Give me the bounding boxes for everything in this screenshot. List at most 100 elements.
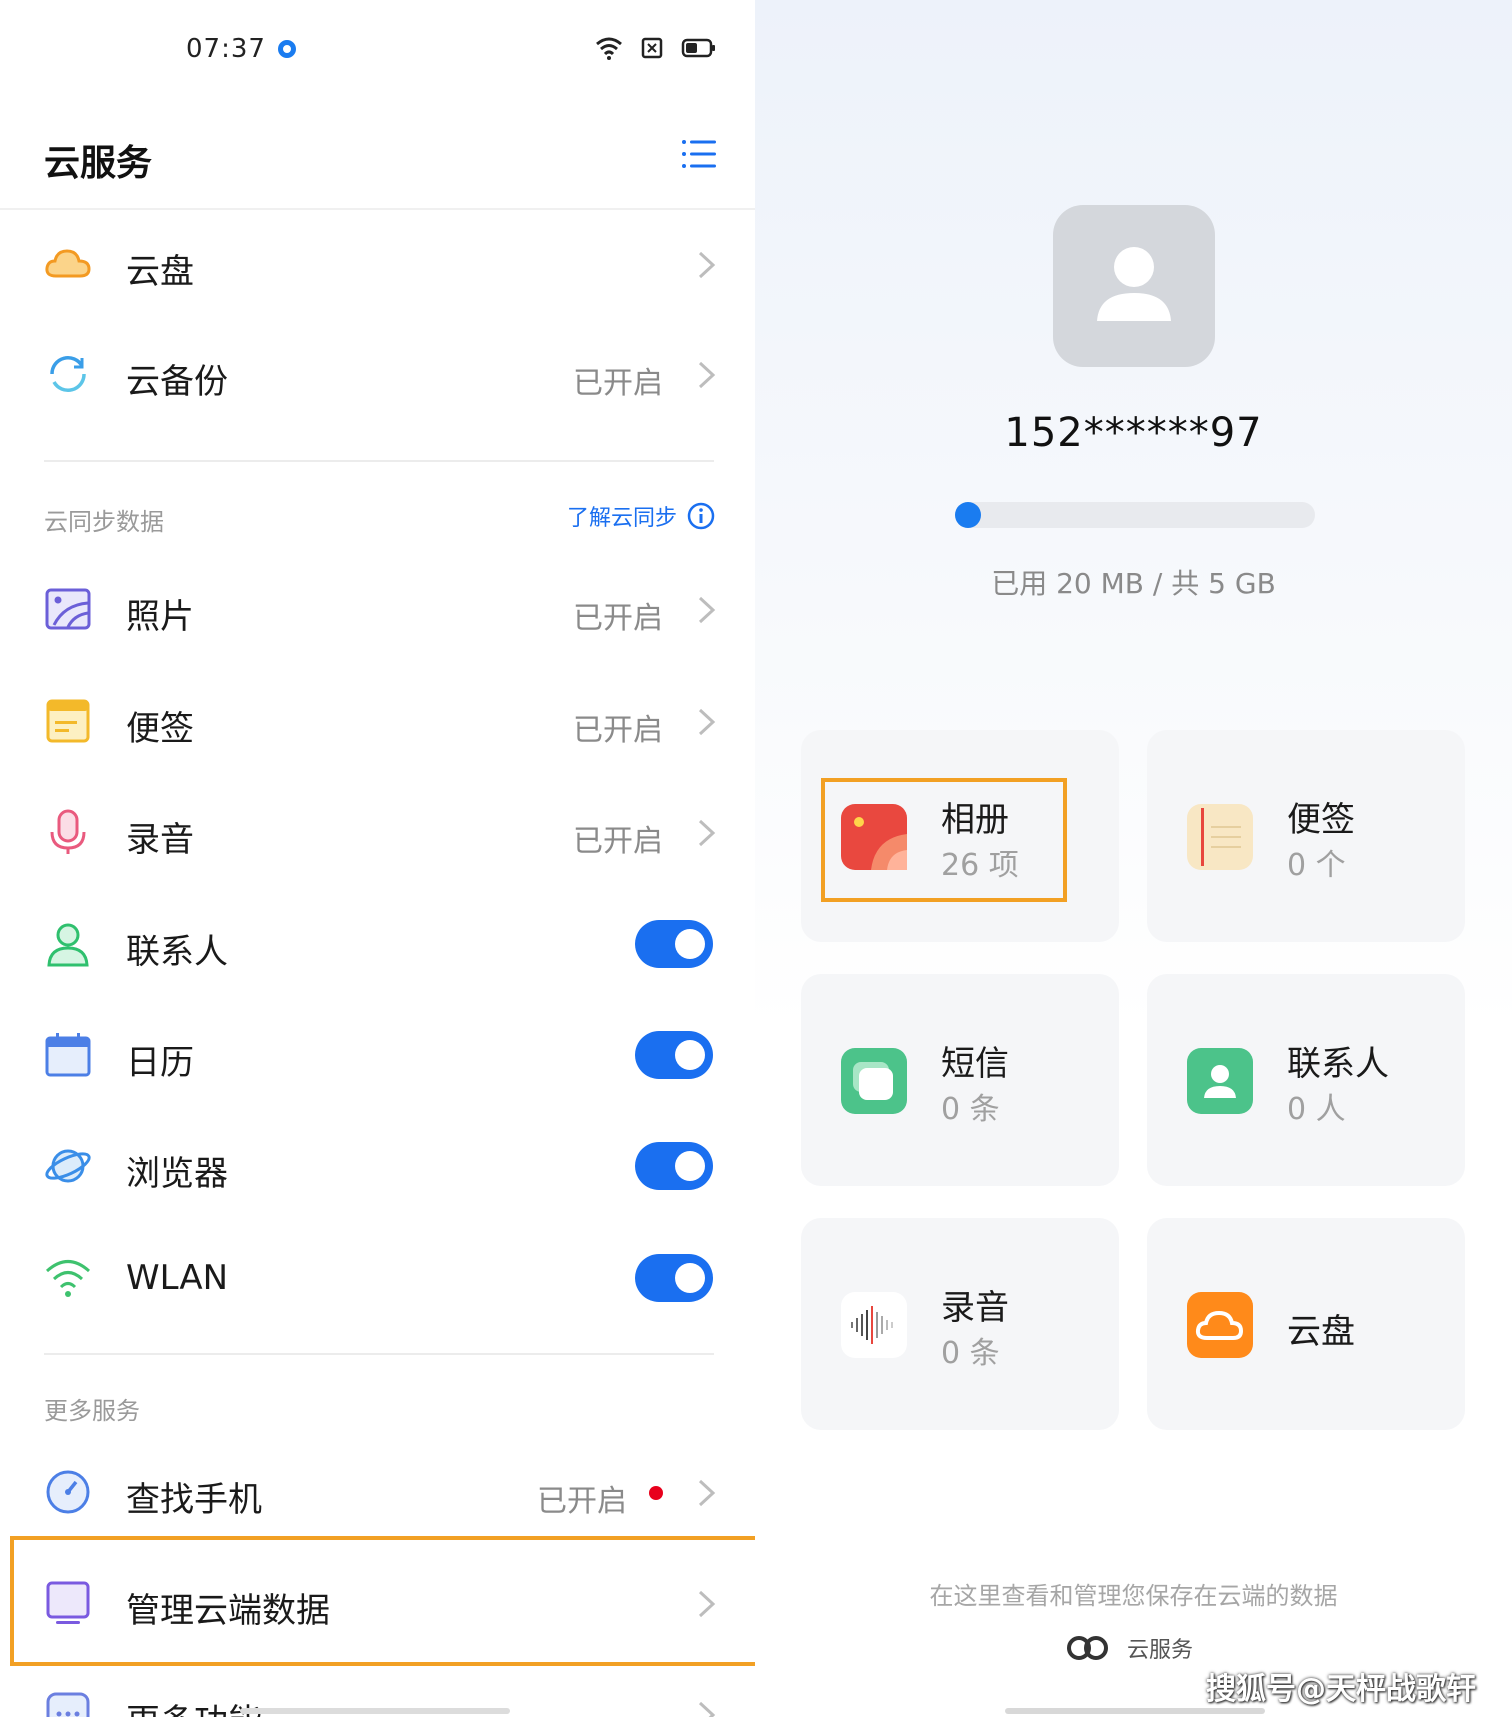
storage-usage-text: 已用 20 MB / 共 5 GB	[991, 567, 1276, 600]
account-phone: 152******97	[1004, 410, 1263, 456]
list-icon[interactable]	[681, 136, 717, 172]
cloud-service-logo-icon	[1067, 1636, 1108, 1660]
notes-icon	[46, 699, 90, 743]
wifi-icon	[596, 37, 622, 60]
row-label: 查找手机	[126, 1480, 262, 1520]
cloud-icon	[1187, 1292, 1253, 1358]
brand-name: 云服务	[1127, 1638, 1194, 1663]
wifi-icon	[45, 1260, 91, 1297]
row-status: 已开启	[573, 366, 663, 401]
watermark: 搜狐号@天枰战歌轩	[1206, 1672, 1476, 1707]
card-count: 0 条	[941, 1336, 1000, 1371]
row-cloud-drive[interactable]: 云盘	[0, 210, 755, 320]
row-notes[interactable]: 便签 已开启	[0, 667, 755, 777]
divider	[44, 460, 714, 462]
chevron-right-icon	[698, 596, 716, 624]
header: 云服务	[0, 120, 755, 210]
home-indicator	[1005, 1708, 1265, 1714]
sync-icon	[50, 356, 86, 392]
calendar-toggle[interactable]	[635, 1031, 713, 1079]
contacts-toggle[interactable]	[635, 920, 713, 968]
browser-planet-icon	[45, 1149, 91, 1183]
location-indicator-icon	[278, 40, 296, 58]
chevron-right-icon	[698, 819, 716, 847]
avatar[interactable]	[1053, 205, 1215, 367]
storage-progress-fill	[955, 502, 981, 528]
row-cloud-backup[interactable]: 云备份 已开启	[0, 320, 755, 430]
battery-icon	[681, 38, 715, 58]
highlight-box	[821, 778, 1067, 902]
microphone-icon	[50, 809, 86, 854]
section-heading-more: 更多服务	[44, 1397, 140, 1425]
card-name: 短信	[941, 1044, 1009, 1084]
learn-sync-label: 了解云同步	[566, 506, 677, 531]
row-label: 日历	[126, 1043, 194, 1083]
chevron-right-icon	[698, 708, 716, 736]
cloud-service-settings-panel: 07:37 云服务 云盘 云备份 已开启 云同步数据 了解云同步 照片 已开启 …	[0, 0, 755, 1717]
toggle-knob	[675, 929, 705, 959]
row-browser: 浏览器	[0, 1112, 755, 1222]
row-label: 便签	[126, 709, 194, 749]
chevron-right-icon	[698, 251, 716, 279]
row-wlan: WLAN	[0, 1224, 755, 1334]
notification-dot	[649, 1486, 663, 1500]
row-calendar: 日历	[0, 1001, 755, 1111]
row-label: WLAN	[126, 1258, 229, 1298]
row-label: 浏览器	[126, 1154, 228, 1194]
row-label: 照片	[126, 597, 194, 637]
card-notes[interactable]: 便签 0 个	[1147, 730, 1465, 942]
chevron-right-icon	[698, 1701, 716, 1717]
cloud-icon	[45, 249, 91, 278]
status-time: 07:37	[186, 34, 266, 64]
status-icons	[595, 36, 717, 60]
card-count: 0 个	[1287, 848, 1346, 883]
card-sms[interactable]: 短信 0 条	[801, 974, 1119, 1186]
brand: 云服务	[1065, 1632, 1193, 1664]
card-name: 便签	[1287, 800, 1355, 840]
compass-icon	[46, 1470, 90, 1514]
user-placeholder-icon	[1097, 247, 1171, 321]
card-count: 0 条	[941, 1092, 1000, 1127]
card-name: 联系人	[1287, 1044, 1389, 1084]
row-status: 已开启	[573, 601, 663, 636]
card-contacts[interactable]: 联系人 0 人	[1147, 974, 1465, 1186]
row-photos[interactable]: 照片 已开启	[0, 555, 755, 665]
divider	[44, 1353, 714, 1355]
calendar-icon	[45, 1033, 91, 1077]
photo-icon	[45, 588, 91, 630]
cloud-data-panel: 152******97 已用 20 MB / 共 5 GB 相册 26 项 便签…	[755, 0, 1512, 1717]
more-features-icon	[46, 1692, 90, 1717]
card-recordings[interactable]: 录音 0 条	[801, 1218, 1119, 1430]
row-contacts: 联系人	[0, 890, 755, 1000]
storage-progress-bar	[955, 502, 1315, 528]
section-heading-sync: 云同步数据	[44, 508, 164, 536]
sms-icon	[841, 1048, 907, 1114]
chevron-right-icon	[698, 1479, 716, 1507]
toggle-knob	[675, 1040, 705, 1070]
row-label: 录音	[126, 820, 194, 860]
row-label: 联系人	[126, 932, 228, 972]
status-bar: 07:37	[0, 30, 755, 70]
highlight-box	[10, 1536, 755, 1666]
toggle-knob	[675, 1151, 705, 1181]
scroll-indicator	[240, 1708, 510, 1714]
notes-icon	[1187, 804, 1253, 870]
row-find-phone[interactable]: 查找手机 已开启	[0, 1438, 755, 1548]
chevron-right-icon	[698, 361, 716, 389]
row-label: 云盘	[126, 252, 194, 292]
toggle-knob	[675, 1263, 705, 1293]
row-recordings[interactable]: 录音 已开启	[0, 778, 755, 888]
row-status: 已开启	[573, 824, 663, 859]
row-label: 云备份	[126, 362, 228, 402]
learn-sync-link[interactable]: 了解云同步	[567, 500, 715, 532]
card-name: 云盘	[1287, 1312, 1355, 1352]
card-name: 录音	[941, 1288, 1009, 1328]
browser-toggle[interactable]	[635, 1142, 713, 1190]
contact-icon	[1187, 1048, 1253, 1114]
contact-icon	[47, 923, 89, 967]
wlan-toggle[interactable]	[635, 1254, 713, 1302]
card-cloud-drive[interactable]: 云盘	[1147, 1218, 1465, 1430]
waveform-icon	[841, 1292, 907, 1358]
row-status: 已开启	[573, 713, 663, 748]
card-count: 0 人	[1287, 1092, 1346, 1127]
